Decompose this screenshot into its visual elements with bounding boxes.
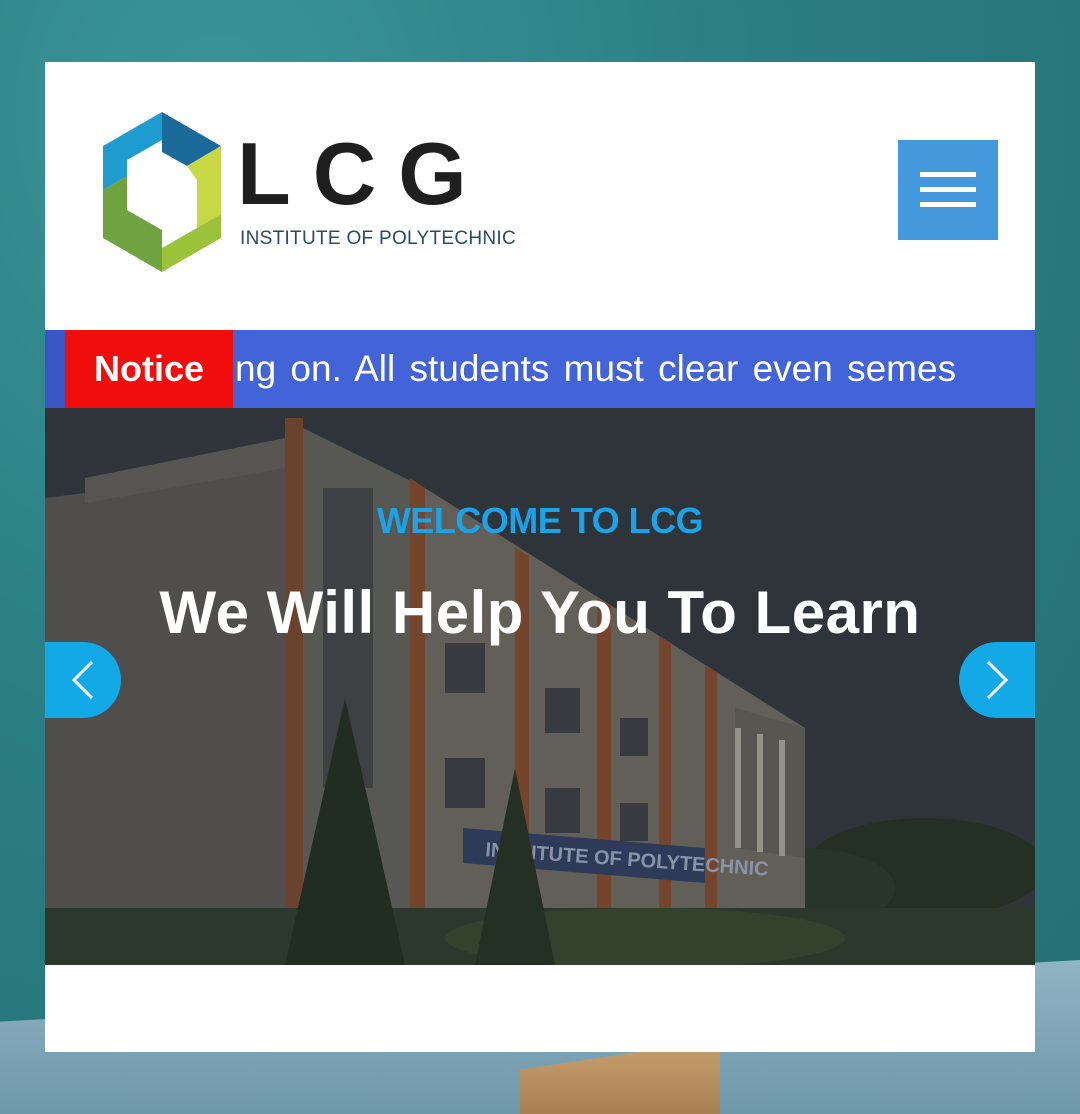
logo-subtitle: INSTITUTE OF POLYTECHNIC	[240, 228, 517, 249]
logo-mark-icon	[103, 112, 221, 272]
notice-ticker: Notice ng on. All students must clear ev…	[45, 330, 1035, 408]
chevron-right-icon	[986, 660, 1009, 700]
hero-overlay	[45, 408, 1035, 965]
notice-marquee-text[interactable]: ng on. All students must clear even seme…	[235, 330, 956, 408]
hamburger-menu-button[interactable]	[898, 140, 998, 240]
slider-prev-button[interactable]	[45, 642, 121, 718]
notice-edge	[45, 330, 65, 408]
site-header: LCG INSTITUTE OF POLYTECHNIC	[45, 62, 1035, 330]
site-logo[interactable]: LCG INSTITUTE OF POLYTECHNIC	[97, 110, 537, 274]
notice-label: Notice	[65, 330, 233, 408]
hero-title: We Will Help You To Learn	[159, 579, 921, 646]
logo-letters: LCG	[237, 124, 489, 223]
chevron-left-icon	[71, 660, 94, 700]
hero-kicker: WELCOME TO LCG	[376, 500, 704, 541]
content-area	[45, 965, 1035, 1052]
hero-slider: INSTITUTE OF POLYTECHNIC WELCOME TO LCG …	[45, 408, 1035, 965]
slider-next-button[interactable]	[959, 642, 1035, 718]
phone-screen: LCG INSTITUTE OF POLYTECHNIC Notice ng o…	[45, 62, 1035, 1052]
